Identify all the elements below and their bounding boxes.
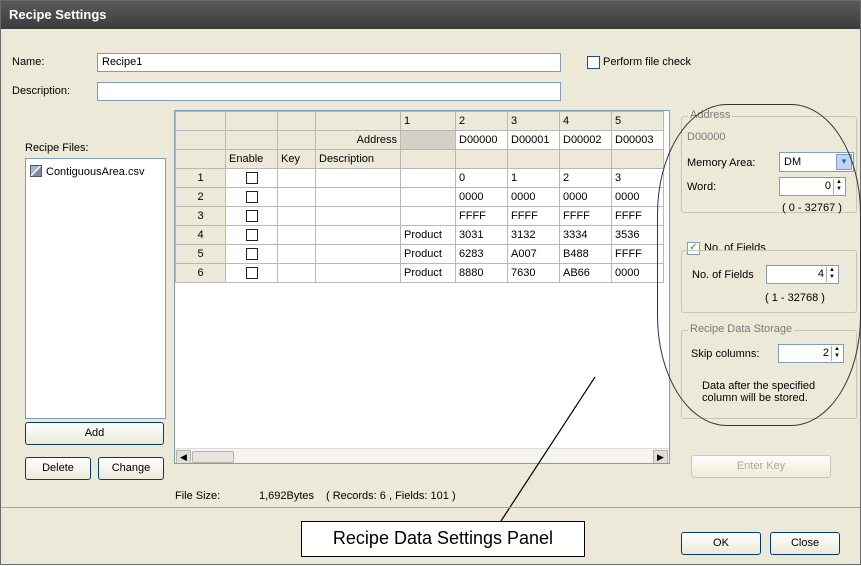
recipe-settings-dialog: Recipe Settings Name: Recipe1 Descriptio… [0,0,861,565]
close-button[interactable]: Close [770,532,840,555]
footer-divider [1,507,860,508]
ok-button[interactable]: OK [681,532,761,555]
callout-line [500,376,596,522]
callout-label: Recipe Data Settings Panel [301,521,585,557]
